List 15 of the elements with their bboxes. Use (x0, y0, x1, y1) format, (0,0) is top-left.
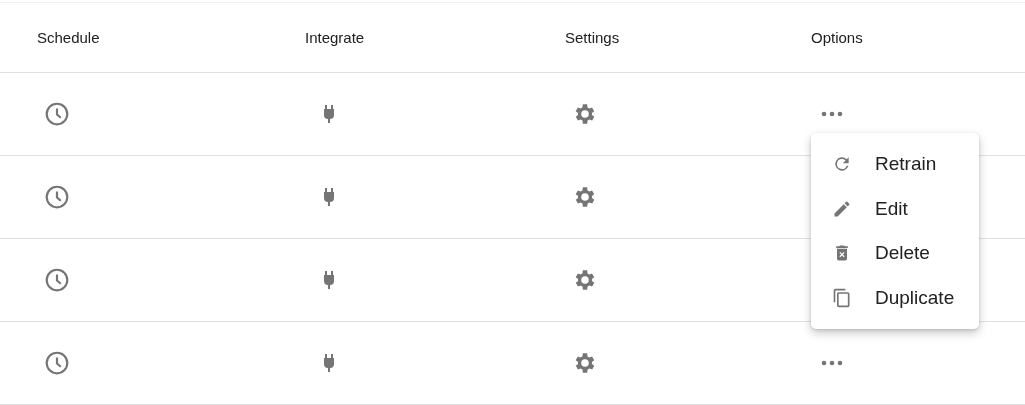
more-icon[interactable] (821, 360, 843, 366)
column-header: Settings (565, 29, 620, 46)
clock-icon[interactable] (44, 184, 70, 210)
clock-icon[interactable] (44, 267, 70, 293)
menu-item[interactable]: Retrain (811, 142, 979, 187)
copy-icon (832, 286, 852, 309)
column-header: Options (811, 29, 863, 46)
column-header: Integrate (305, 29, 365, 46)
clock-icon[interactable] (44, 350, 70, 376)
menu-item[interactable]: Delete (811, 231, 979, 276)
menu-item[interactable]: Edit (811, 186, 979, 231)
column-header: Schedule (37, 29, 100, 46)
menu-item[interactable]: Duplicate (811, 275, 979, 320)
clock-icon[interactable] (44, 101, 70, 127)
more-icon[interactable] (821, 111, 843, 117)
